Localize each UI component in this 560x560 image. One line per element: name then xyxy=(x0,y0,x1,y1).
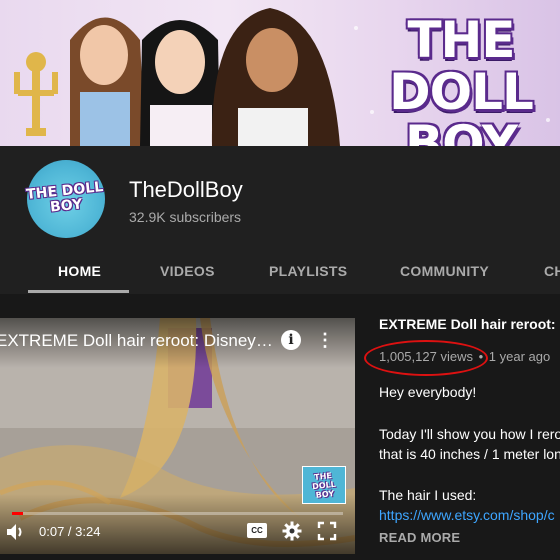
subscriber-count: 32.9K subscribers xyxy=(129,209,242,225)
player-video-title[interactable]: EXTREME Doll hair reroot: Disney Store..… xyxy=(0,331,276,351)
info-icon[interactable]: i xyxy=(281,330,301,350)
description-line: The hair I used: xyxy=(379,487,477,503)
featured-video-title[interactable]: EXTREME Doll hair reroot: Dis xyxy=(379,316,560,332)
tab-community[interactable]: COMMUNITY xyxy=(400,263,489,279)
banner-logo-line1: THE DOLL xyxy=(389,11,534,121)
gear-icon[interactable] xyxy=(282,521,302,541)
more-options-icon[interactable]: ⋮ xyxy=(316,329,334,351)
description-line: Today I'll show you how I reroo xyxy=(379,426,560,442)
video-player[interactable] xyxy=(0,318,355,554)
description-line: that is 40 inches / 1 meter lon xyxy=(379,446,560,462)
channel-name: TheDollBoy xyxy=(129,177,243,202)
watermark-logo-text: THE DOLL BOY xyxy=(302,469,347,500)
description-line: Hey everybody! xyxy=(379,384,477,400)
playback-time: 0:07 / 3:24 xyxy=(39,524,101,539)
view-count-highlight-circle xyxy=(364,340,488,376)
progress-bar[interactable] xyxy=(12,512,343,515)
description-link[interactable]: https://www.etsy.com/shop/c xyxy=(379,507,555,523)
banner-logo-text: THE DOLL BOY xyxy=(356,14,560,146)
read-more-button[interactable]: READ MORE xyxy=(379,530,460,545)
channel-banner: THE DOLL BOY xyxy=(0,0,560,146)
avatar-logo-text: THE DOLL BOY xyxy=(26,179,106,218)
upload-age: 1 year ago xyxy=(488,349,551,364)
fullscreen-icon[interactable] xyxy=(317,521,337,541)
channel-watermark[interactable]: THE DOLL BOY xyxy=(302,466,346,504)
channel-tabs: HOME VIDEOS PLAYLISTS COMMUNITY CH xyxy=(0,255,560,295)
tab-home[interactable]: HOME xyxy=(58,263,101,279)
channel-avatar[interactable]: THE DOLL BOY xyxy=(26,160,106,238)
progress-bar-played xyxy=(12,512,24,515)
volume-icon[interactable] xyxy=(5,521,27,543)
active-tab-indicator xyxy=(28,290,129,293)
tab-channels[interactable]: CH xyxy=(544,263,560,279)
tab-videos[interactable]: VIDEOS xyxy=(160,263,215,279)
banner-logo-line2: BOY xyxy=(404,115,518,146)
closed-captions-icon[interactable]: CC xyxy=(247,523,267,538)
tab-playlists[interactable]: PLAYLISTS xyxy=(269,263,347,279)
